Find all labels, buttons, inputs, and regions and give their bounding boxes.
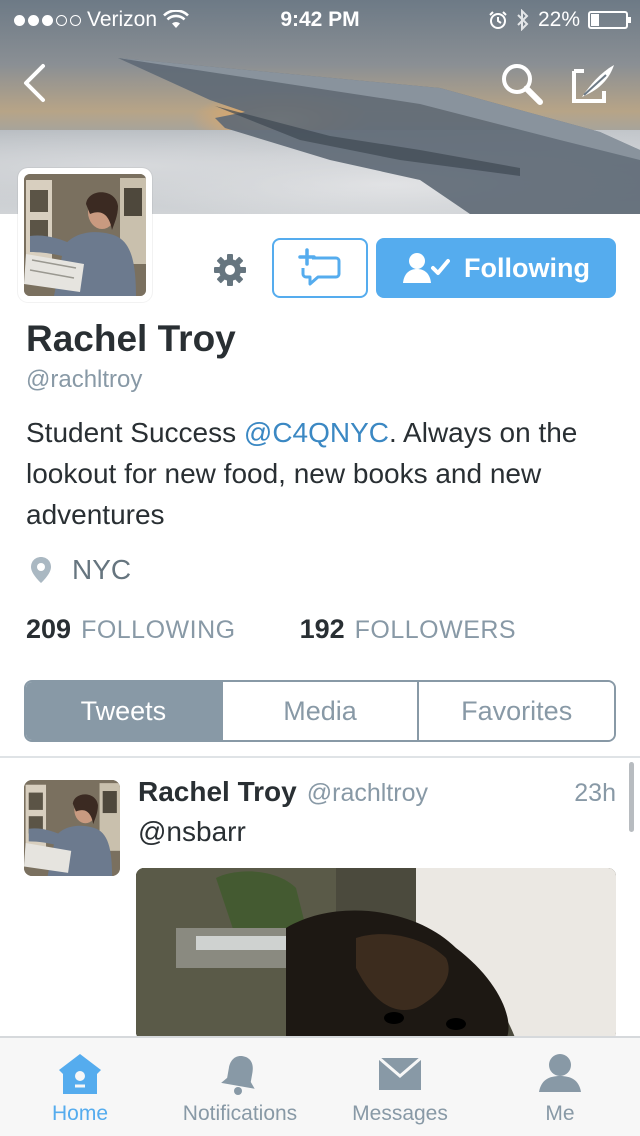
settings-button[interactable] (208, 248, 252, 292)
back-button[interactable] (14, 60, 54, 106)
status-bar: Verizon 9:42 PM 22% (0, 0, 640, 40)
tabbar-item-messages[interactable]: Messages (320, 1038, 480, 1136)
following-button[interactable]: Following (376, 238, 616, 298)
bluetooth-icon (517, 9, 529, 31)
search-button[interactable] (496, 58, 546, 108)
location-pin-icon (31, 557, 51, 583)
tab-favorites[interactable]: Favorites (417, 682, 614, 740)
home-icon (59, 1054, 101, 1094)
compose-tweet-button[interactable] (568, 58, 620, 108)
battery-percent: 22% (537, 8, 580, 31)
followers-count-link[interactable]: 192 FOLLOWERS (300, 614, 517, 645)
tweet-timestamp: 23h (574, 779, 616, 807)
scrollbar[interactable] (629, 762, 634, 832)
gear-icon (214, 254, 246, 286)
following-label: Following (464, 252, 590, 283)
following-count-link[interactable]: 209 FOLLOWING (26, 614, 236, 645)
tweet-author-handle[interactable]: @rachltroy (307, 779, 428, 808)
direct-message-icon (298, 248, 341, 286)
profile-handle: @rachltroy (26, 366, 143, 393)
wifi-icon (163, 10, 189, 28)
profile-avatar[interactable] (18, 168, 152, 302)
following-label-text: FOLLOWING (81, 616, 236, 644)
profile-tabs: Tweets Media Favorites (24, 680, 616, 742)
profile-location: NYC (30, 554, 131, 586)
tab-tweets[interactable]: Tweets (26, 682, 221, 740)
tabbar-item-notifications[interactable]: Notifications (160, 1038, 320, 1136)
compose-icon (572, 65, 614, 103)
person-check-icon (403, 253, 450, 283)
tab-media[interactable]: Media (220, 682, 418, 740)
followers-count: 192 (299, 614, 345, 644)
followers-label-text: FOLLOWERS (354, 616, 517, 644)
tweet-avatar-photo (24, 780, 120, 876)
search-icon (502, 64, 543, 105)
following-count: 209 (26, 614, 72, 644)
profile-name: Rachel Troy (26, 318, 236, 359)
direct-message-button[interactable] (272, 238, 368, 298)
bio-text: Student Success (26, 417, 244, 448)
bell-icon (221, 1056, 255, 1095)
avatar-photo (24, 174, 146, 296)
dog-photo (136, 868, 616, 1040)
profile-stats: 209 FOLLOWING 192 FOLLOWERS (26, 614, 516, 645)
tabbar-label-messages: Messages (352, 1102, 448, 1125)
chevron-left-icon (24, 64, 45, 102)
tweet-media-image[interactable] (136, 868, 616, 1040)
tabbar-label-me: Me (545, 1102, 575, 1125)
envelope-icon (378, 1056, 422, 1090)
bio-mention-link[interactable]: @C4QNYC (244, 417, 389, 448)
battery-icon (588, 11, 631, 29)
carrier-label: Verizon (87, 8, 158, 31)
profile-bio: Student Success @C4QNYC. Always on the l… (26, 412, 616, 535)
signal-strength-icon (14, 14, 81, 26)
tabbar-label-home: Home (51, 1102, 109, 1125)
avatar-image (24, 174, 146, 296)
bottom-tab-bar: Home Notifications Messages Me (0, 1036, 640, 1136)
person-icon (539, 1054, 581, 1092)
tabbar-item-me[interactable]: Me (480, 1038, 640, 1136)
alarm-icon (489, 11, 507, 29)
tweet-avatar[interactable] (24, 780, 120, 876)
tabbar-label-notifications: Notifications (182, 1102, 298, 1125)
section-divider (0, 756, 640, 758)
tweet-text[interactable]: @nsbarr (138, 816, 246, 848)
location-label: NYC (72, 554, 132, 585)
tweet-header: Rachel Troy @rachltroy 23h (138, 776, 616, 808)
tweet-author-name[interactable]: Rachel Troy (138, 776, 297, 808)
tabbar-item-home[interactable]: Home (0, 1038, 160, 1136)
